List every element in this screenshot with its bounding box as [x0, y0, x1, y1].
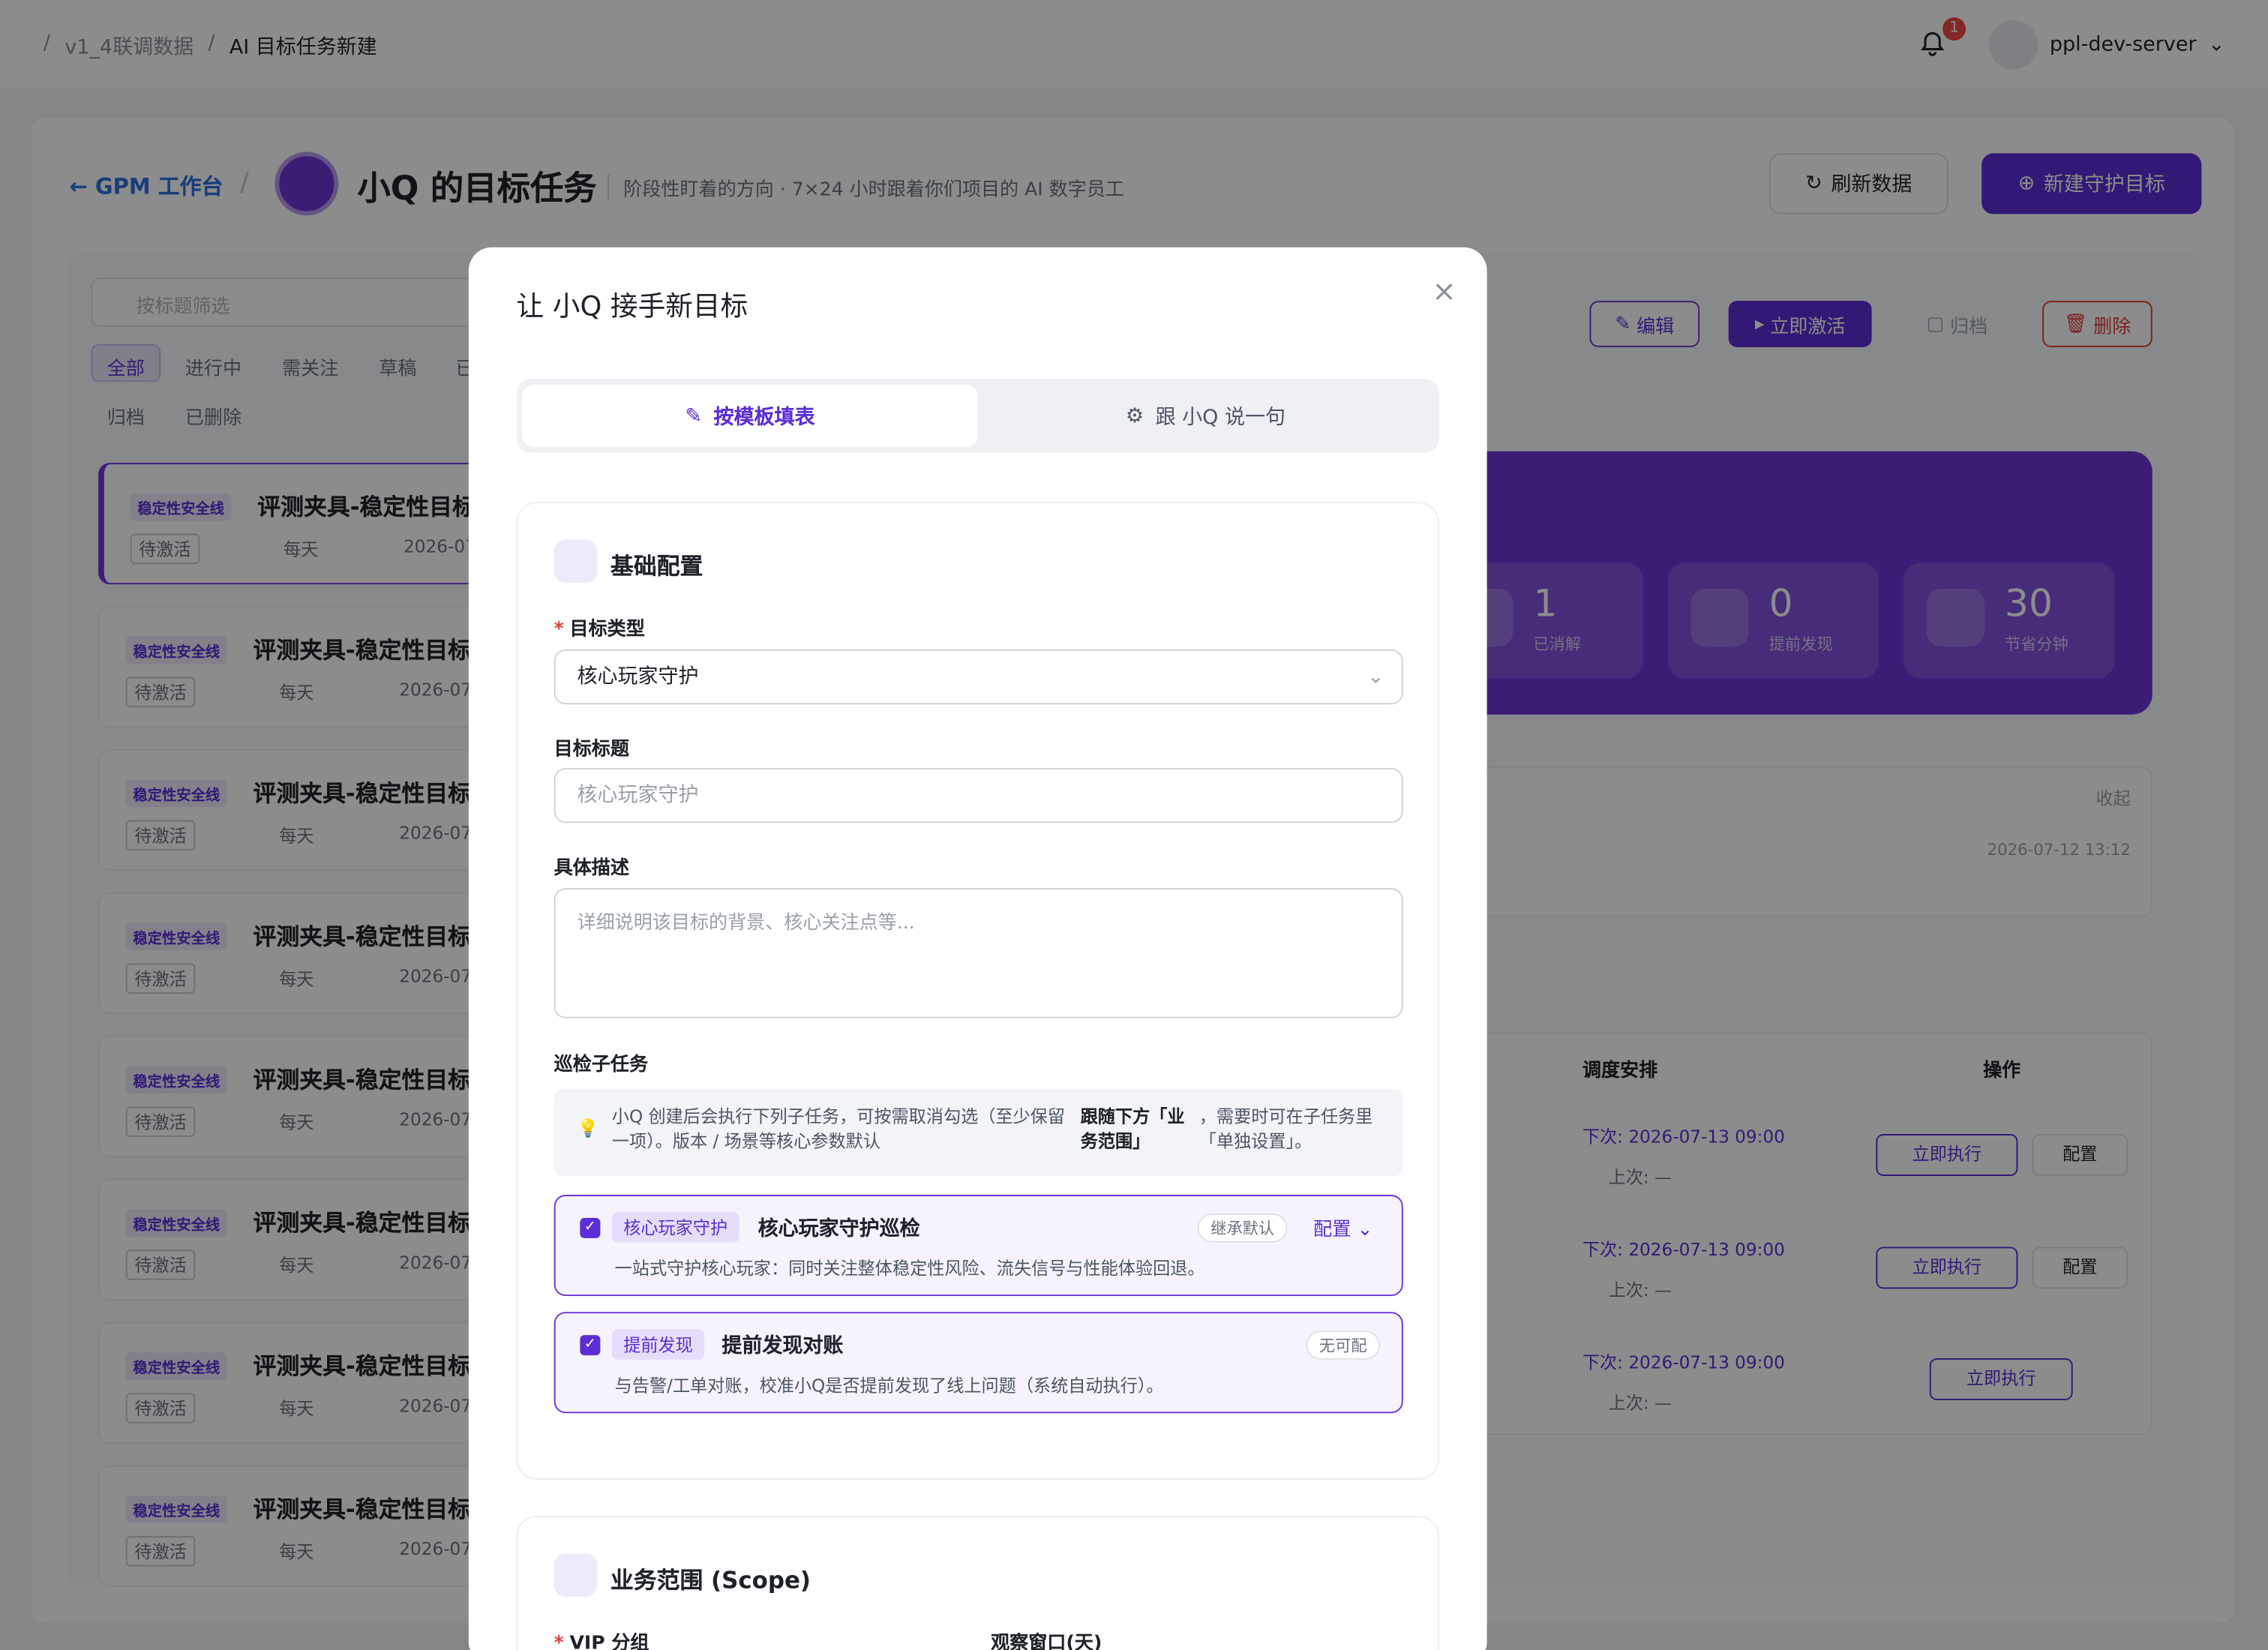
description-label: 具体描述	[554, 857, 629, 880]
description-textarea[interactable]: 详细说明该目标的背景、核心关注点等...	[554, 888, 1403, 1018]
lightbulb-icon: 💡	[577, 1118, 599, 1138]
vip-group-label: * VIP 分组	[554, 1633, 650, 1650]
subtask-name: 提前发现对账	[722, 1335, 844, 1358]
no-config-badge: 无可配	[1306, 1330, 1380, 1360]
chevron-down-icon: ⌄	[1367, 665, 1384, 689]
target-type-label: * 目标类型	[554, 619, 645, 641]
subtask-desc: 一站式守护核心玩家：同时关注整体稳定性风险、流失信号与性能体验回退。	[614, 1258, 1205, 1279]
chip-icon: ⚙	[1125, 404, 1144, 428]
subtask-tag: 核心玩家守护	[611, 1212, 740, 1243]
window-days-label: 观察窗口(天)	[991, 1633, 1102, 1650]
scope-section: 业务范围 (Scope) * VIP 分组 观察窗口(天)	[516, 1516, 1439, 1650]
section-title: 业务范围 (Scope)	[610, 1566, 812, 1594]
subtask-tag: 提前发现	[611, 1329, 705, 1360]
target-type-select[interactable]: 核心玩家守护 ⌄	[554, 649, 1403, 705]
target-title-label: 目标标题	[554, 739, 629, 761]
subtask-item[interactable]: ✓ 提前发现 提前发现对账 无可配 与告警/工单对账，校准小Q是否提前发现了线上…	[554, 1312, 1403, 1414]
tab-template[interactable]: ✎ 按模板填表	[522, 385, 978, 447]
chevron-down-icon: ⌄	[1357, 1219, 1373, 1241]
tab-chat-label: 跟 小Q 说一句	[1155, 405, 1286, 429]
new-target-modal: 让 小Q 接手新目标 × ✎ 按模板填表 ⚙ 跟 小Q 说一句 基础配置 * 目标类型…	[468, 247, 1487, 1650]
target-title-input[interactable]: 核心玩家守护	[554, 768, 1403, 824]
config-icon	[554, 539, 598, 584]
edit-icon: ✎	[685, 404, 703, 428]
tab-template-label: 按模板填表	[713, 405, 815, 429]
hint-text: 小Q 创建后会执行下列子任务，可按需取消勾选（至少保留一项）。版本 / 场景等核…	[611, 1106, 1065, 1152]
target-type-value: 核心玩家守护	[577, 665, 699, 689]
inherit-badge: 继承默认	[1197, 1214, 1288, 1243]
close-icon[interactable]: ×	[1432, 274, 1456, 308]
mode-tabs: ✎ 按模板填表 ⚙ 跟 小Q 说一句	[516, 379, 1439, 453]
subtask-item[interactable]: ✓ 核心玩家守护 核心玩家守护巡检 继承默认 配置 ⌄ 一站式守护核心玩家：同时…	[554, 1195, 1403, 1297]
subtask-desc: 与告警/工单对账，校准小Q是否提前发现了线上问题（系统自动执行）。	[614, 1376, 1164, 1396]
subtask-config-button[interactable]: 配置 ⌄	[1313, 1214, 1372, 1241]
modal-title: 让 小Q 接手新目标	[516, 290, 748, 323]
subtask-name: 核心玩家守护巡检	[758, 1217, 920, 1241]
basic-config-section: 基础配置 * 目标类型 核心玩家守护 ⌄ 目标标题 核心玩家守护 具体描述 详细说明…	[516, 502, 1439, 1480]
tab-chat[interactable]: ⚙ 跟 小Q 说一句	[978, 385, 1434, 447]
subtask-label: 巡检子任务	[554, 1054, 649, 1076]
checkbox[interactable]: ✓	[580, 1217, 601, 1238]
hint-text-end: ，需要时可在子任务里「单独设置」。	[1198, 1106, 1373, 1152]
hint-highlight: 跟随下方「业务范围」	[1080, 1106, 1185, 1152]
page-root: / v1_4联调数据 / AI 目标任务新建 1 ppl-dev-server …	[0, 0, 2268, 1650]
section-title: 基础配置	[610, 552, 704, 580]
checkbox[interactable]: ✓	[580, 1335, 601, 1356]
subtask-hint: 💡 小Q 创建后会执行下列子任务，可按需取消勾选（至少保留一项）。版本 / 场景…	[554, 1089, 1403, 1176]
gear-icon	[554, 1553, 598, 1598]
